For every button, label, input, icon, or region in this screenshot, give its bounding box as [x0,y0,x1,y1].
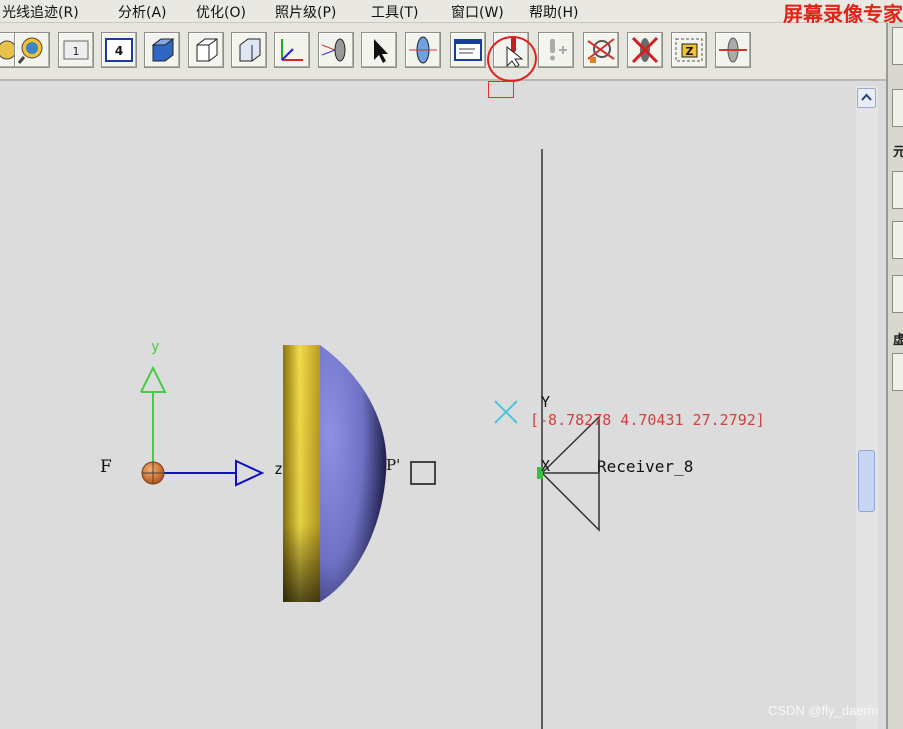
right-panel-button-1[interactable] [892,27,903,65]
right-panel-label-2: 虚 [893,333,903,348]
axes-icon [281,39,303,61]
four-view-button[interactable]: 4 [101,32,137,68]
menu-help[interactable]: 帮助(H) [529,2,578,22]
menu-analysis[interactable]: 分析(A) [118,2,167,22]
menu-tools[interactable]: 工具(T) [371,2,418,22]
menu-window[interactable]: 窗口(W) [451,2,504,22]
add-marker-icon [550,39,567,61]
p-prime-label: P' [386,456,401,474]
menu-photorealistic[interactable]: 照片级(P) [275,2,336,22]
solid-cube-button[interactable] [144,32,180,68]
wireframe-cube-icon [196,38,218,62]
right-panel-button-4[interactable] [892,221,903,259]
viewport-canvas[interactable]: y z F P' Y [-8.78278 4.70431 27.2792] X … [0,81,856,729]
lens-rays-button[interactable] [715,32,751,68]
properties-window-icon [454,39,482,61]
receiver-name-label: Receiver_8 [597,457,694,476]
coordinate-readout: [-8.78278 4.70431 27.2792] [530,411,765,429]
lens-element-button[interactable] [405,32,441,68]
svg-text:4: 4 [115,44,123,58]
render-lens-button[interactable] [318,32,354,68]
right-panel-button-6[interactable] [892,353,903,391]
lens-curved-side[interactable] [320,345,387,602]
y-axis-label: y [151,339,160,355]
lens-element-icon [409,36,437,64]
wireframe-cube-button[interactable] [188,32,224,68]
menu-bar: 光线追迹(R) 分析(A) 优化(O) 照片级(P) 工具(T) 窗口(W) 帮… [0,0,903,26]
scroll-thumb[interactable] [858,450,875,512]
properties-window-button[interactable] [450,32,486,68]
outline-cube-button[interactable] [231,32,267,68]
axes-button[interactable] [274,32,310,68]
right-panel-button-3[interactable] [892,171,903,209]
svg-text:1: 1 [73,45,80,58]
add-marker-button[interactable] [538,32,574,68]
four-view-icon: 4 [105,38,133,62]
toolbar: 1 4 Z [0,23,886,81]
receiver-x-label: X [541,457,551,475]
z-focus-button[interactable]: Z [671,32,707,68]
z-axis-label: z [274,460,284,478]
delete-rays-icon [631,36,659,64]
menu-ray-trace[interactable]: 光线追迹(R) [2,2,79,22]
trace-rays-button[interactable] [583,32,619,68]
focus-label: F [100,457,112,477]
select-pointer-button[interactable] [361,32,397,68]
y-axis-arrow [140,365,167,393]
lens-rays-icon [719,37,747,63]
navigate-icon [17,37,43,64]
single-view-button[interactable]: 1 [58,32,94,68]
p-prime-marker [410,461,436,485]
right-panel-button-5[interactable] [892,275,903,313]
select-pointer-icon [374,39,388,63]
delete-rays-button[interactable] [627,32,663,68]
right-panel-label-1: 元 [893,145,903,160]
single-view-icon: 1 [63,40,89,60]
receiver-y-label: Y [541,393,551,411]
scroll-up-button[interactable] [857,88,876,108]
navigate-button[interactable] [14,32,50,68]
right-side-panel: 元 虚 [886,23,903,729]
trace-rays-icon [587,38,615,63]
outline-cube-icon [239,38,261,62]
chevron-up-icon [861,93,872,101]
z-axis-arrow [235,459,265,487]
csdn-watermark: CSDN @fly_daerm [768,703,879,718]
right-panel-button-2[interactable] [892,89,903,127]
vertical-scrollbar[interactable] [856,86,878,729]
z-focus-icon: Z [675,38,703,62]
svg-text:Z: Z [686,45,694,58]
scene-svg [140,149,600,729]
render-lens-icon [321,38,346,62]
menu-optimize[interactable]: 优化(O) [196,2,246,22]
solid-cube-icon [151,38,175,62]
